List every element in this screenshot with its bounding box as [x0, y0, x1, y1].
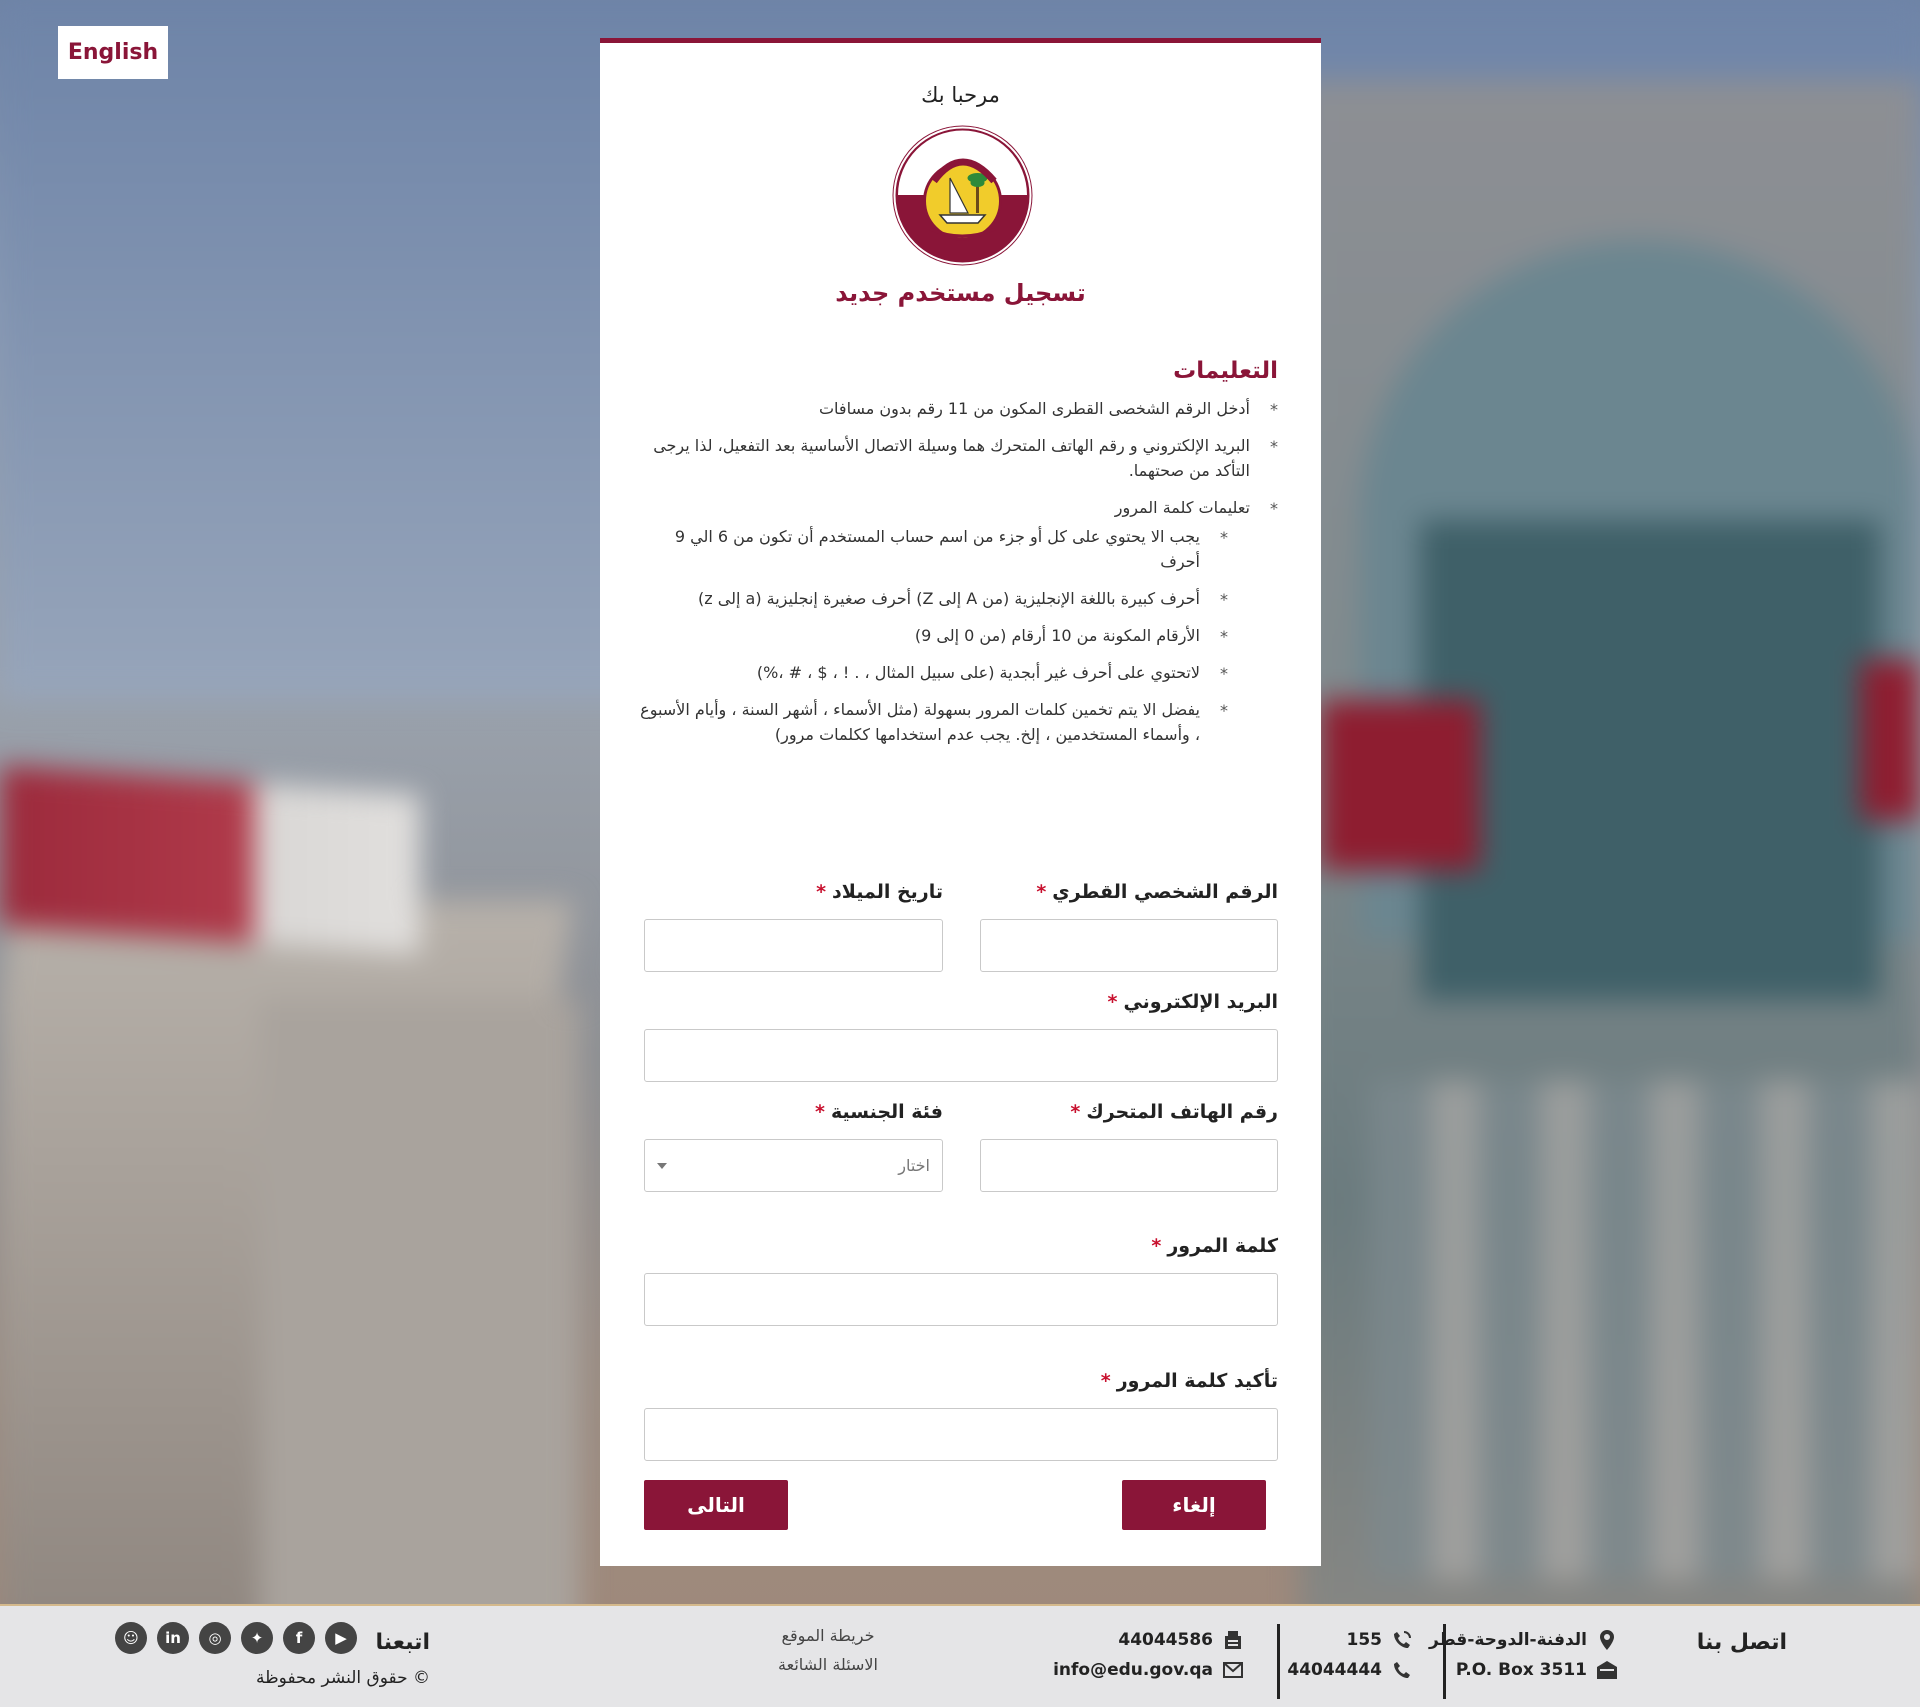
next-button[interactable]: التالى	[644, 1480, 788, 1530]
instruction-item: أدخل الرقم الشخصى القطرى المكون من 11 رق…	[638, 396, 1278, 422]
password-label: كلمة المرور*	[1151, 1235, 1278, 1257]
email-label: البريد الإلكتروني*	[1108, 991, 1278, 1013]
required-mark: *	[816, 881, 827, 903]
email-item[interactable]: info@edu.gov.qa	[1053, 1660, 1243, 1680]
footer-links-col: خريطة الموقع الاسئلة الشائعة	[778, 1626, 878, 1674]
password-label-text: كلمة المرور	[1167, 1235, 1278, 1257]
instructions-heading: التعليمات	[1173, 358, 1278, 384]
footer-address-col: الدفنة-الدوحة-قطر P.O. Box 3511	[1429, 1630, 1617, 1680]
nationality-label-text: فئة الجنسية	[830, 1101, 943, 1123]
instruction-item: تعليمات كلمة المرور يجب الا يحتوي على كل…	[638, 495, 1278, 747]
chevron-down-icon	[657, 1162, 667, 1169]
email-field[interactable]	[644, 1029, 1278, 1082]
footer-divider	[1443, 1624, 1446, 1699]
dob-label: تاريخ الميلاد*	[816, 881, 943, 903]
dob-label-text: تاريخ الميلاد	[832, 881, 943, 903]
qid-label-text: الرقم الشخصي القطري	[1052, 881, 1278, 903]
linkedin-icon[interactable]: in	[157, 1622, 189, 1654]
instructions-section: التعليمات أدخل الرقم الشخصى القطرى المكو…	[638, 358, 1278, 759]
social-icons: ☺ in ◎ ✦ f ▶	[115, 1622, 357, 1654]
confirm-password-label-text: تأكيد كلمة المرور	[1116, 1370, 1278, 1392]
password-rule: يفضل الا يتم تخمين كلمات المرور بسهولة (…	[638, 697, 1252, 747]
required-mark: *	[1100, 1370, 1111, 1392]
nationality-select[interactable]: اختار	[644, 1139, 943, 1192]
location-pin-icon	[1597, 1630, 1617, 1650]
mobile-input[interactable]	[980, 1139, 1278, 1192]
footer-divider	[1277, 1624, 1280, 1699]
phone-ring-icon	[1392, 1630, 1412, 1650]
nationality-selected-value: اختار	[898, 1156, 930, 1175]
required-mark: *	[1151, 1235, 1162, 1257]
dob-input[interactable]	[644, 919, 943, 972]
fax-item: 44044586	[1053, 1630, 1243, 1650]
contact-us-title: اتصل بنا	[1696, 1630, 1787, 1655]
footer-fax-col: 44044586 info@edu.gov.qa	[1053, 1630, 1243, 1680]
email-link[interactable]: info@edu.gov.qa	[1053, 1660, 1213, 1680]
instructions-list: أدخل الرقم الشخصى القطرى المكون من 11 رق…	[638, 396, 1278, 747]
ministry-logo	[890, 123, 1035, 268]
required-mark: *	[1036, 881, 1047, 903]
faq-link[interactable]: الاسئلة الشائعة	[778, 1655, 878, 1674]
copyright-text: © حقوق النشر محفوظة	[256, 1668, 430, 1688]
po-box-item: P.O. Box 3511	[1429, 1660, 1617, 1680]
password-rule: أحرف كبيرة باللغة الإنجليزية (من A إلى Z…	[638, 586, 1252, 612]
hotline-text: 155	[1346, 1630, 1383, 1650]
mobile-label: رقم الهاتف المتحرك*	[1070, 1101, 1278, 1123]
phone-icon	[1392, 1660, 1412, 1680]
facebook-icon[interactable]: f	[283, 1622, 315, 1654]
confirm-password-label: تأكيد كلمة المرور*	[1101, 1370, 1278, 1392]
mobile-label-text: رقم الهاتف المتحرك	[1086, 1101, 1278, 1123]
ministry-emblem-icon	[892, 125, 1033, 266]
cancel-button[interactable]: إلغاء	[1122, 1480, 1266, 1530]
footer-phone-col: 155 44044444	[1287, 1630, 1412, 1680]
qid-label: الرقم الشخصي القطري*	[1036, 881, 1278, 903]
sitemap-link[interactable]: خريطة الموقع	[778, 1626, 878, 1645]
twitter-icon[interactable]: ✦	[241, 1622, 273, 1654]
po-box-text: P.O. Box 3511	[1455, 1660, 1587, 1680]
phone-text: 44044444	[1287, 1660, 1382, 1680]
password-rules-list: يجب الا يحتوي على كل أو جزء من اسم حساب …	[638, 524, 1250, 747]
password-rule: لاتحتوي على أحرف غير أبجدية (على سبيل ال…	[638, 660, 1252, 686]
email-label-text: البريد الإلكتروني	[1123, 991, 1278, 1013]
instruction-item-text: تعليمات كلمة المرور	[1114, 498, 1250, 517]
site-footer: اتصل بنا الدفنة-الدوحة-قطر P.O. Box 3511…	[0, 1604, 1920, 1707]
required-mark: *	[815, 1101, 825, 1123]
password-rule: يجب الا يحتوي على كل أو جزء من اسم حساب …	[638, 524, 1252, 574]
instagram-icon[interactable]: ◎	[199, 1622, 231, 1654]
language-toggle-button[interactable]: English	[58, 26, 168, 79]
address-text: الدفنة-الدوحة-قطر	[1429, 1630, 1587, 1650]
password-field[interactable]	[644, 1273, 1278, 1326]
nationality-label: فئة الجنسية*	[815, 1101, 943, 1123]
address-item: الدفنة-الدوحة-قطر	[1429, 1630, 1617, 1650]
registration-card: مرحبا بك تسجيل مستخدم جديد التعليمات أدخ…	[600, 38, 1321, 1566]
required-mark: *	[1107, 991, 1118, 1013]
fax-icon	[1223, 1630, 1243, 1650]
follow-us-title: اتبعنا	[375, 1630, 430, 1655]
qid-input[interactable]	[980, 919, 1278, 972]
snapchat-icon[interactable]: ☺	[115, 1622, 147, 1654]
fax-text: 44044586	[1118, 1630, 1213, 1650]
password-rule: الأرقام المكونة من 10 أرقام (من 0 إلى 9)	[638, 623, 1252, 649]
required-mark: *	[1070, 1101, 1081, 1123]
page-title: تسجيل مستخدم جديد	[835, 279, 1086, 307]
envelope-icon	[1223, 1660, 1243, 1680]
youtube-icon[interactable]: ▶	[325, 1622, 357, 1654]
welcome-text: مرحبا بك	[921, 83, 1000, 107]
phone-item: 44044444	[1287, 1660, 1412, 1680]
instruction-item: البريد الإلكتروني و رقم الهاتف المتحرك ه…	[638, 433, 1278, 483]
confirm-password-field[interactable]	[644, 1408, 1278, 1461]
hotline-item: 155	[1287, 1630, 1412, 1650]
mailbox-icon	[1597, 1660, 1617, 1680]
